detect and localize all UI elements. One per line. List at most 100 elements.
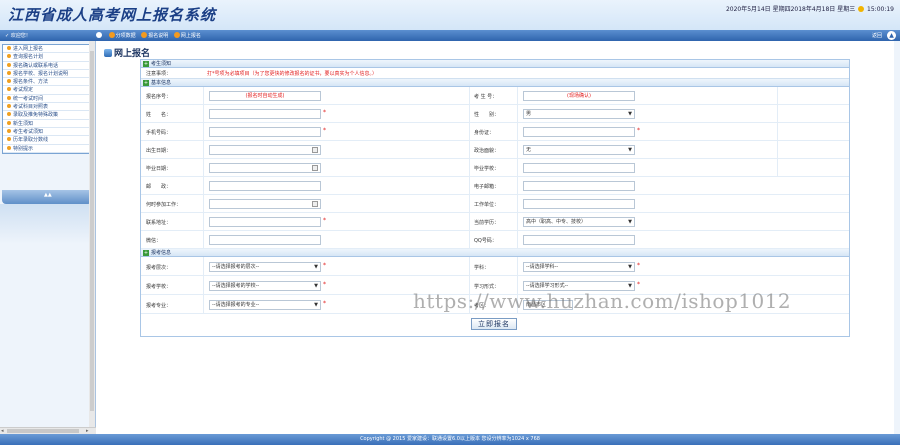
form-row: 何时参加工作： 工作单位： [141,195,849,213]
sidebar-item-plan[interactable]: 查询报名计划 [3,53,91,62]
calendar-icon[interactable] [312,201,318,207]
notice-row: 注意事项： 打*号项为必填项目（为了您更快的修改报名的证书，要以真实为个人信息。… [141,68,849,79]
bullet-icon [7,95,11,100]
required-mark: * [323,109,326,116]
nav-link-apply[interactable]: 网上报名 [173,32,201,39]
back-button[interactable]: 返回 [872,32,882,39]
bullet-icon [7,87,11,92]
sidebar-item-tips[interactable]: 特别提示 [3,145,91,153]
user-icon: ✓ [5,33,10,39]
sidebar-item-schools[interactable]: 报名学校、报名计划说明 [3,70,91,79]
scroll-up-icon[interactable]: ▲ [887,31,896,40]
bullet-icon [7,128,11,133]
section-notice-header: + 考生须知 [141,60,849,68]
main-vertical-scrollbar[interactable] [894,41,900,434]
bullet-icon [7,145,11,150]
plus-icon: + [143,80,149,86]
page-footer: Copyright @ 2015 爱家建设：联通设置6.0以上版本 您设分辨率为… [0,434,900,445]
level-label: 报考层次： [146,265,172,271]
sidebar-item-exam-time[interactable]: 统一考试时间 [3,95,91,104]
sidebar: 进入网上报名 查询报名计划 报名确认或联系电话 报名学校、报名计划说明 报名条件… [0,41,96,434]
school-label: 报考学校： [146,284,172,290]
edu-label: 当前学历： [474,220,500,226]
sidebar-item-label: 报名条件、方法 [13,79,49,86]
id-card-input[interactable] [523,127,635,137]
birth-date-input[interactable] [209,145,321,155]
sidebar-gradient [0,204,95,244]
school-value: --请选择报考的学校-- [212,283,260,289]
sidebar-vertical-scrollbar[interactable] [89,41,95,427]
scrollbar-thumb[interactable] [90,51,94,411]
grad-date-input[interactable] [209,163,321,173]
wechat-input[interactable] [209,235,321,245]
qq-input[interactable] [523,235,635,245]
sidebar-item-apply-online[interactable]: 进入网上报名 [3,45,91,54]
id-label: 身份证： [474,130,495,136]
gender-label: 性 别： [474,112,500,118]
sidebar-item-label: 特别提示 [13,145,34,152]
nav-home-button[interactable] [96,32,103,39]
politics-select[interactable]: 无 ▼ [523,145,635,155]
submit-row: 立即报名 [141,314,849,336]
nav-link-guide[interactable]: 报名说明 [141,32,168,39]
phone-input[interactable] [209,127,321,137]
required-mark: * [637,127,640,134]
required-mark: * [323,281,326,288]
address-input[interactable] [209,217,321,227]
politics-value: 无 [526,147,532,153]
level-value: --请选择报考的层次-- [212,264,260,270]
zip-input[interactable] [209,181,321,191]
section-basic-header: + 基本信息 [141,79,849,87]
calendar-icon[interactable] [312,165,318,171]
work-date-input[interactable] [209,199,321,209]
column-divider [777,87,778,177]
nav-links: 分项数据 报名说明 网上报名 [96,32,205,39]
sidebar-item-policy[interactable]: 录取及推免特殊政策 [3,111,91,120]
collapse-icon: ▲▲ [44,192,52,198]
scrollbar-thumb[interactable] [7,429,79,433]
exam-no-label: 报名序号： [146,94,172,100]
site-logo: 江西省成人高考网上报名系统 [8,6,217,24]
major-value: --请选择报考的专业-- [212,302,260,308]
email-label: 电子邮箱： [474,184,500,190]
sidebar-item-contact[interactable]: 报名确认或联系电话 [3,62,91,70]
education-value: 高中（职高、中专、技校） [526,219,587,225]
sidebar-item-exam-notes[interactable]: 考生考试须知 [3,128,91,137]
dropdown-arrow-icon: ▼ [314,302,318,308]
form-row: 报名序号： (报名时自动生成) 考 生 号： (现场确认) [141,87,849,105]
work-unit-input[interactable] [523,199,635,209]
required-mark: * [637,262,640,269]
major-select[interactable]: --请选择报考的专业-- ▼ [209,300,321,310]
sidebar-collapse-bar[interactable]: ▲▲ [2,190,92,204]
sidebar-item-label: 统一考试时间 [13,95,44,102]
education-select[interactable]: 高中（职高、中专、技校） ▼ [523,217,635,227]
main-content: 网上报名 + 考生须知 注意事项： 打*号项为必填项目（为了您更快的修改报名的证书… [96,41,900,434]
nav-link-data[interactable]: 分项数据 [108,32,136,39]
phone-label: 手机号码： [146,130,172,136]
calendar-icon[interactable] [312,147,318,153]
school-select[interactable]: --请选择报考的学校-- ▼ [209,281,321,291]
sidebar-item-scores[interactable]: 历年录取分数线 [3,136,91,145]
sidebar-item-label: 报名学校、报名计划说明 [13,70,69,77]
clock-icon [858,6,865,12]
sidebar-item-label: 查询报名计划 [13,54,44,61]
sidebar-item-rules[interactable]: 考试规定 [3,86,91,95]
gender-select[interactable]: 男 ▼ [523,109,635,119]
exam-no-field: (报名时自动生成) [209,91,321,101]
birth-label: 出生日期： [146,148,172,154]
sidebar-item-subjects[interactable]: 考试科目对照表 [3,103,91,112]
submit-button[interactable]: 立即报名 [471,318,517,330]
sidebar-item-conditions[interactable]: 报名条件、方法 [3,78,91,87]
sidebar-item-label: 进入网上报名 [13,46,44,52]
level-select[interactable]: --请选择报考的层次-- ▼ [209,262,321,272]
sidebar-item-new-students[interactable]: 新生须知 [3,120,91,128]
email-input[interactable] [523,181,635,191]
gender-value: 男 [526,111,532,117]
bullet-icon [7,112,11,117]
category-select[interactable]: --请选择学科-- ▼ [523,262,635,272]
name-input[interactable] [209,109,321,119]
nav-link-apply-label: 网上报名 [180,33,201,39]
grad-school-input[interactable] [523,163,635,173]
sidebar-item-label: 考试规定 [13,87,34,94]
sidebar-horizontal-scrollbar[interactable]: ◂ ▸ [0,427,96,434]
